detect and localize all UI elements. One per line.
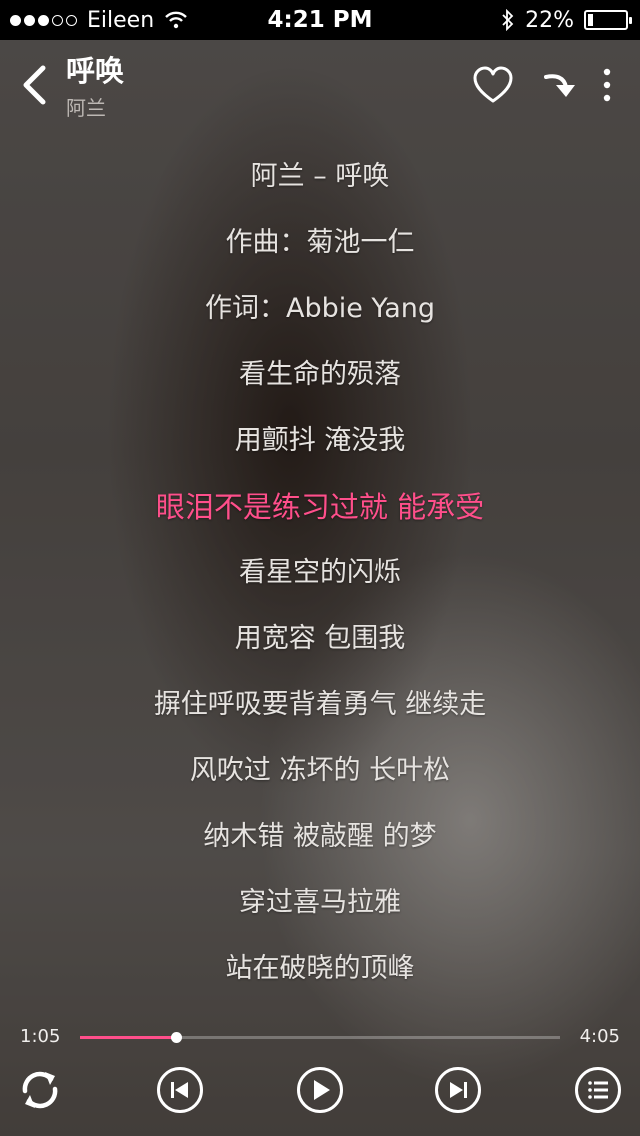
- seek-thumb[interactable]: [171, 1032, 182, 1043]
- playlist-button[interactable]: [574, 1066, 622, 1114]
- play-button[interactable]: [296, 1066, 344, 1114]
- status-bar: Eileen 4:21 PM 22%: [0, 0, 640, 40]
- battery-icon: [584, 10, 632, 30]
- lyric-line: 作曲：菊池一仁: [225, 227, 415, 258]
- seek-slider[interactable]: [80, 1032, 560, 1043]
- lyric-line: 用颤抖 淹没我: [234, 425, 406, 456]
- lyric-line: 风吹过 冻坏的 长叶松: [189, 755, 451, 786]
- more-button[interactable]: [596, 64, 618, 106]
- lyric-line: 看星空的闪烁: [239, 557, 401, 588]
- playback-controls: [0, 1060, 640, 1120]
- favorite-button[interactable]: [470, 64, 516, 106]
- song-title: 呼唤: [66, 54, 125, 88]
- lyric-line: 站在破晓的顶峰: [225, 953, 415, 984]
- lyric-line: 看生命的殒落: [239, 359, 401, 390]
- bluetooth-icon: [502, 9, 514, 31]
- repeat-button[interactable]: [16, 1066, 64, 1114]
- lyric-line: 用宽容 包围我: [234, 623, 406, 654]
- download-arrow-icon: [544, 74, 575, 97]
- lyric-line: 纳木错 被敲醒 的梦: [203, 821, 437, 852]
- lyric-line: 作词：Abbie Yang: [204, 293, 435, 324]
- lyric-line: 摒住呼吸要背着勇气 继续走: [153, 689, 487, 720]
- previous-button[interactable]: [156, 1066, 204, 1114]
- lyric-line: 阿兰 – 呼唤: [250, 161, 390, 192]
- play-icon: [297, 1067, 343, 1113]
- lyric-line: 穿过喜马拉雅: [239, 887, 401, 918]
- chevron-left-icon: [23, 65, 46, 105]
- more-vertical-icon: [603, 68, 611, 102]
- back-button[interactable]: [14, 60, 54, 110]
- repeat-icon: [22, 1071, 58, 1109]
- playlist-icon: [575, 1067, 621, 1113]
- total-time: 4:05: [579, 1026, 620, 1047]
- download-button[interactable]: [540, 64, 580, 106]
- progress-bar: 1:05 4:05: [0, 1020, 640, 1056]
- heart-icon: [473, 66, 513, 103]
- previous-icon: [157, 1067, 203, 1113]
- seek-progress: [80, 1036, 176, 1039]
- elapsed-time: 1:05: [20, 1026, 61, 1047]
- lyric-line-current: 眼泪不是练习过就 能承受: [155, 490, 485, 524]
- next-button[interactable]: [434, 1066, 482, 1114]
- next-icon: [435, 1067, 481, 1113]
- artist-name: 阿兰: [66, 96, 106, 120]
- battery-percent: 22%: [525, 7, 574, 33]
- lyrics-panel[interactable]: 阿兰 – 呼唤 作曲：菊池一仁 作词：Abbie Yang 看生命的殒落 用颤抖 淹没我…: [0, 150, 640, 1008]
- player-header: 呼唤 阿兰: [0, 40, 640, 130]
